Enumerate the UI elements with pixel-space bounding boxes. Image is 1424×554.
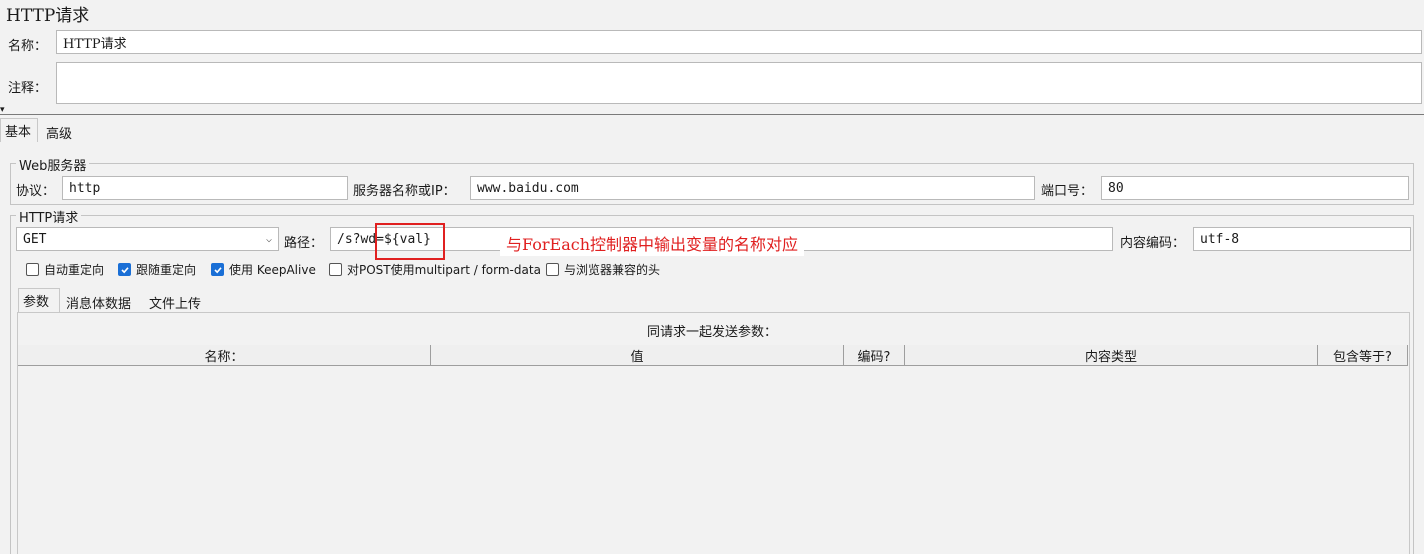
column-header-content-type[interactable]: 内容类型 [905,345,1318,366]
option-label: 使用 KeepAlive [229,263,316,277]
option-label: 对POST使用multipart / form-data [347,263,541,277]
option-auto-redirect[interactable]: 自动重定向 [26,261,104,278]
option-browser-headers[interactable]: 与浏览器兼容的头 [546,261,660,278]
annotation-text: 与ForEach控制器中输出变量的名称对应 [500,230,804,256]
path-label: 路径： [284,236,324,251]
http-request-legend: HTTP请求 [16,207,82,226]
checkbox-checked-icon[interactable] [118,263,131,276]
option-multipart[interactable]: 对POST使用multipart / form-data [329,261,541,278]
port-label: 端口号： [1041,184,1094,199]
option-keepalive[interactable]: 使用 KeepAlive [211,261,316,278]
params-caption: 同请求一起发送参数： [646,325,777,340]
port-input[interactable]: 80 [1101,176,1409,200]
option-label: 与浏览器兼容的头 [564,263,661,277]
name-label: 名称： [8,39,48,54]
tab-file-upload[interactable]: 文件上传 [145,291,205,314]
server-label: 服务器名称或IP： [353,184,456,199]
encoding-label: 内容编码： [1120,236,1186,251]
comment-label: 注释： [8,81,48,96]
tab-basic[interactable]: 基本 [0,118,38,142]
server-input[interactable]: www.baidu.com [470,176,1035,200]
column-header-value[interactable]: 值 [431,345,844,366]
column-header-encode[interactable]: 编码? [844,345,905,366]
protocol-label: 协议： [16,184,56,199]
protocol-input[interactable]: http [62,176,348,200]
page-title: HTTP请求 [6,6,90,26]
section-divider [0,114,1424,115]
chevron-down-icon: ⌵ [265,233,272,245]
checkbox-icon[interactable] [329,263,342,276]
option-label: 自动重定向 [44,263,105,277]
checkbox-icon[interactable] [546,263,559,276]
tab-parameters[interactable]: 参数 [18,288,60,312]
web-server-legend: Web服务器 [16,155,90,174]
method-value: GET [23,231,47,247]
option-follow-redirect[interactable]: 跟随重定向 [118,261,196,278]
encoding-input[interactable]: utf-8 [1193,227,1411,251]
checkbox-icon[interactable] [26,263,39,276]
option-label: 跟随重定向 [136,263,197,277]
checkbox-checked-icon[interactable] [211,263,224,276]
tab-body-data[interactable]: 消息体数据 [62,291,135,314]
tab-advanced[interactable]: 高级 [42,121,76,144]
column-header-include-equals[interactable]: 包含等于? [1318,345,1408,366]
column-header-name[interactable]: 名称： [18,345,431,366]
name-field[interactable]: HTTP请求 [56,30,1422,54]
highlight-box [375,223,445,260]
comment-field[interactable] [56,62,1422,104]
params-table-body[interactable] [18,366,1408,554]
method-select[interactable]: GET ⌵ [16,227,279,251]
